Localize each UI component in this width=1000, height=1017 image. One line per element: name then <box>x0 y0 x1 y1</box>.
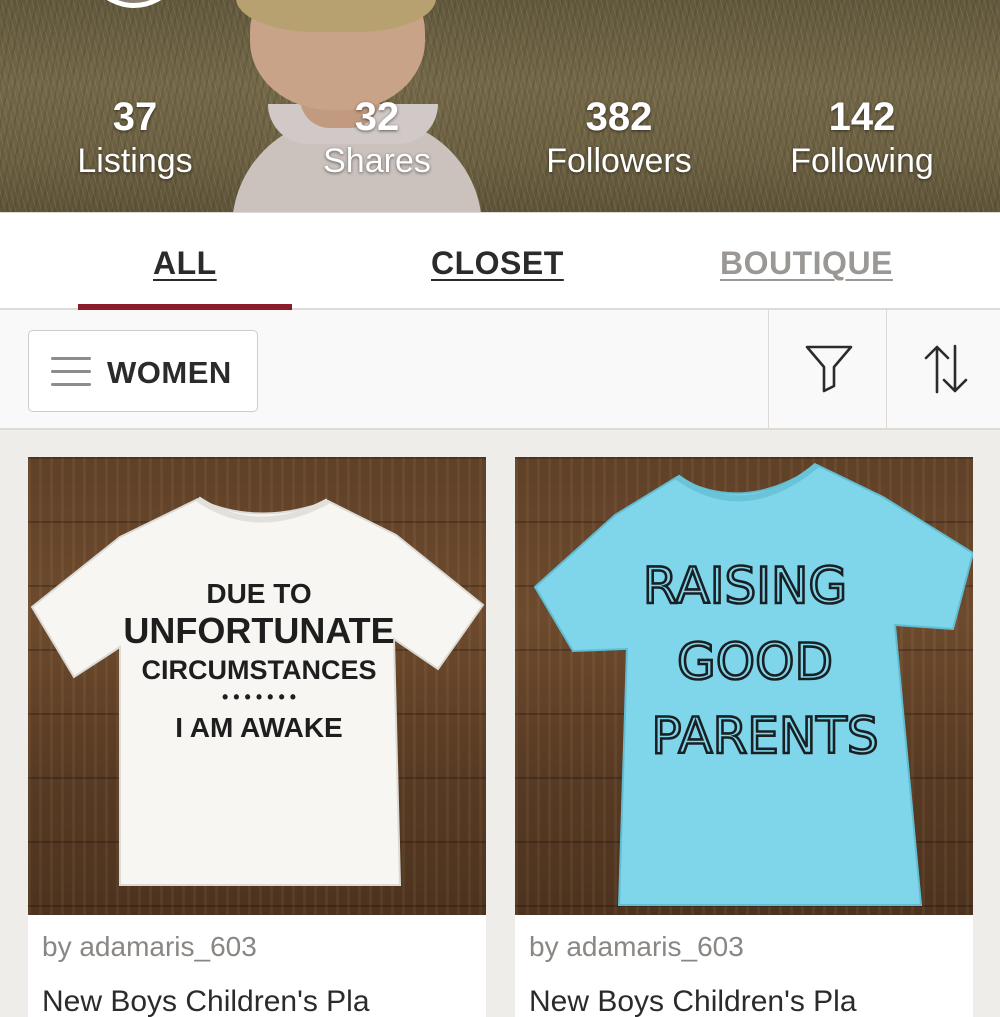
stat-followers-count: 382 <box>585 95 653 139</box>
shirt-line-1: DUE TO <box>206 578 311 609</box>
menu-icon <box>51 357 91 387</box>
listing-title[interactable]: New Boys Children's Pla <box>42 985 370 1017</box>
shirt-line-5: I AM AWAKE <box>175 712 342 743</box>
shirt-line-3: PARENTS <box>651 707 878 765</box>
filter-bar: WOMEN <box>0 310 1000 430</box>
stat-following[interactable]: 142 Following <box>752 94 972 182</box>
closet-tabs: ALL CLOSET BOUTIQUE <box>0 212 1000 310</box>
stat-followers-label: Followers <box>546 142 692 180</box>
stat-listings-count: 37 <box>112 95 158 139</box>
stat-followers[interactable]: 382 Followers <box>509 94 729 182</box>
department-label: WOMEN <box>107 355 232 390</box>
filter-button[interactable] <box>768 310 886 428</box>
listing-seller[interactable]: by adamaris_603 <box>529 931 744 963</box>
tshirt-blue-image: RAISING GOOD PARENTS <box>533 462 973 906</box>
stat-following-count: 142 <box>828 95 896 139</box>
shirt-line-1: RAISING <box>643 557 847 615</box>
profile-cover: 37 Listings 32 Shares 382 Followers 142 … <box>0 0 1000 212</box>
stat-listings-label: Listings <box>77 142 193 180</box>
filter-funnel-icon <box>805 345 853 393</box>
listing-title[interactable]: New Boys Children's Pla <box>529 985 857 1017</box>
listing-seller[interactable]: by adamaris_603 <box>42 931 257 963</box>
shirt-line-4: • • • • • • • <box>222 687 296 707</box>
listing-card[interactable]: DUE TO UNFORTUNATE CIRCUMSTANCES • • • •… <box>28 457 486 1017</box>
shirt-line-3: CIRCUMSTANCES <box>142 655 377 685</box>
listing-card[interactable]: RAISING GOOD PARENTS by adamaris_603 New… <box>515 457 973 1017</box>
shirt-line-2: UNFORTUNATE <box>123 610 394 651</box>
stat-shares[interactable]: 32 Shares <box>267 94 487 182</box>
tab-boutique[interactable]: BOUTIQUE <box>720 245 893 282</box>
stat-shares-label: Shares <box>323 142 431 180</box>
stat-following-label: Following <box>790 142 934 180</box>
tab-closet[interactable]: CLOSET <box>431 245 564 282</box>
shirt-line-2: GOOD <box>677 633 833 691</box>
listing-photo[interactable]: DUE TO UNFORTUNATE CIRCUMSTANCES • • • •… <box>28 457 486 915</box>
tab-all[interactable]: ALL <box>153 245 217 282</box>
tshirt-white-image: DUE TO UNFORTUNATE CIRCUMSTANCES • • • •… <box>30 496 485 886</box>
department-selector-button[interactable]: WOMEN <box>28 330 258 412</box>
sort-arrows-icon <box>924 344 968 394</box>
listing-photo[interactable]: RAISING GOOD PARENTS <box>515 457 973 915</box>
sort-button[interactable] <box>886 310 1000 428</box>
stat-shares-count: 32 <box>354 95 400 139</box>
stat-listings[interactable]: 37 Listings <box>25 94 245 182</box>
